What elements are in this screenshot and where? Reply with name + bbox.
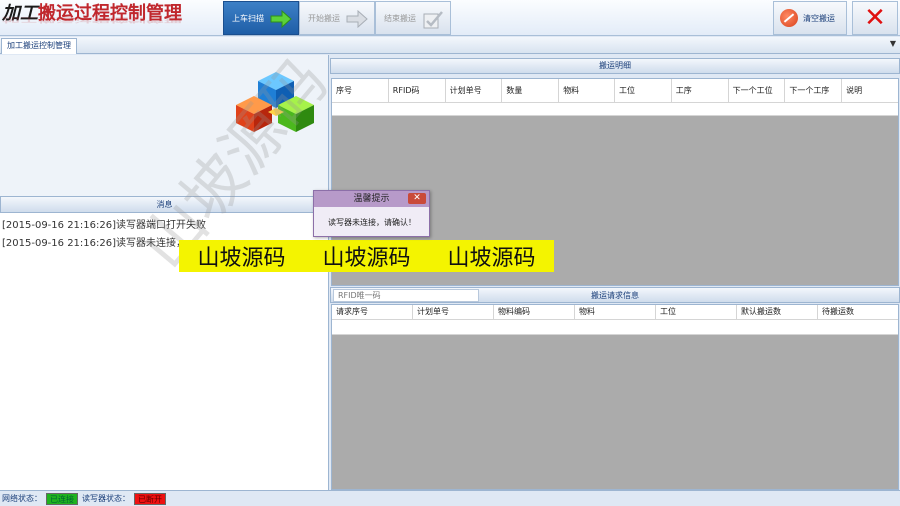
dialog-message: 读写器未连接，请确认！ — [328, 218, 416, 227]
scan-button-label: 上车扫描 — [232, 13, 264, 23]
arrow-right-icon — [270, 10, 292, 28]
column-header[interactable]: 说明 — [842, 79, 898, 102]
status-bar: 网络状态： 已连接 读写器状态： 已断开 — [0, 490, 900, 506]
column-header[interactable]: 物料编码 — [494, 305, 575, 319]
start-transfer-button[interactable]: 开始搬运 — [299, 1, 375, 35]
finish-transfer-button[interactable]: 结束搬运 — [375, 1, 451, 35]
column-header[interactable]: 请求序号 — [332, 305, 413, 319]
request-info-title: 搬运请求信息 — [591, 291, 639, 300]
arrow-right-icon — [346, 10, 368, 28]
scan-button[interactable]: 上车扫描 — [223, 1, 299, 35]
watermark-text: 山坡源码 — [447, 246, 536, 271]
column-header[interactable]: 工位 — [656, 305, 737, 319]
watermark-text: 山坡源码 — [322, 246, 411, 271]
column-header[interactable]: 工位 — [615, 79, 672, 102]
network-status-badge: 已连接 — [46, 492, 78, 505]
alert-dialog: 温馨提示 ✕ 读写器未连接，请确认！ — [313, 190, 430, 237]
app-title-reflection: 加工搬运过程控制管理 — [2, 16, 182, 24]
dialog-close-button[interactable]: ✕ — [408, 193, 426, 204]
watermark-text: 山坡源码 — [197, 246, 286, 271]
column-header[interactable]: 序号 — [332, 79, 389, 102]
column-header[interactable]: RFID码 — [389, 79, 446, 102]
list-item: [2015-09-16 21:16:26]读写器端口打开失败 — [2, 220, 207, 231]
column-header[interactable]: 计划单号 — [446, 79, 503, 102]
close-app-button[interactable]: ✕ — [852, 1, 898, 35]
cubes-logo-icon — [236, 72, 314, 132]
table-row[interactable] — [332, 320, 898, 335]
network-status-label: 网络状态： — [2, 494, 42, 503]
finish-transfer-label: 结束搬运 — [384, 13, 416, 23]
column-header[interactable]: 数量 — [502, 79, 560, 102]
tab-strip: 加工搬运控制管理 ▼ — [0, 37, 900, 54]
title-bar: 加工搬运过程控制管理 加工搬运过程控制管理 上车扫描 开始搬运 结束搬运 清空搬… — [0, 0, 900, 36]
close-icon: ✕ — [864, 3, 886, 33]
watermark-banner: 山坡源码 山坡源码 山坡源码 — [179, 240, 554, 272]
start-transfer-label: 开始搬运 — [308, 13, 340, 23]
request-info-header: 搬运请求信息 — [330, 287, 900, 303]
table-header-row: 序号 RFID码 计划单号 数量 物料 工位 工序 下一个工位 下一个工序 说明 — [332, 79, 898, 103]
clear-icon — [780, 9, 798, 27]
column-header[interactable]: 下一个工序 — [785, 79, 843, 102]
tab-transfer-control[interactable]: 加工搬运控制管理 — [1, 38, 77, 54]
column-header[interactable]: 计划单号 — [413, 305, 494, 319]
clear-transfer-button[interactable]: 清空搬运 — [773, 1, 847, 35]
column-header[interactable]: 默认搬运数 — [737, 305, 818, 319]
column-header[interactable]: 物料 — [559, 79, 615, 102]
column-header[interactable]: 工序 — [672, 79, 729, 102]
table-row[interactable] — [332, 103, 898, 116]
table-header-row: 请求序号 计划单号 物料编码 物料 工位 默认搬运数 待搬运数 — [332, 305, 898, 320]
column-header[interactable]: 物料 — [575, 305, 656, 319]
clear-transfer-label: 清空搬运 — [803, 13, 835, 23]
rfid-search-input[interactable] — [333, 289, 479, 302]
chevron-down-icon[interactable]: ▼ — [890, 39, 896, 48]
checkbox-icon — [423, 11, 443, 29]
reader-status-badge: 已断开 — [134, 492, 166, 505]
column-header[interactable]: 下一个工位 — [729, 79, 786, 102]
reader-status-label: 读写器状态： — [82, 494, 130, 503]
request-info-grid[interactable]: 请求序号 计划单号 物料编码 物料 工位 默认搬运数 待搬运数 — [331, 304, 899, 490]
logo-panel — [0, 55, 329, 196]
transfer-detail-header: 搬运明细 — [330, 58, 900, 74]
column-header[interactable]: 待搬运数 — [818, 305, 898, 319]
messages-header: 消息 — [0, 196, 329, 213]
